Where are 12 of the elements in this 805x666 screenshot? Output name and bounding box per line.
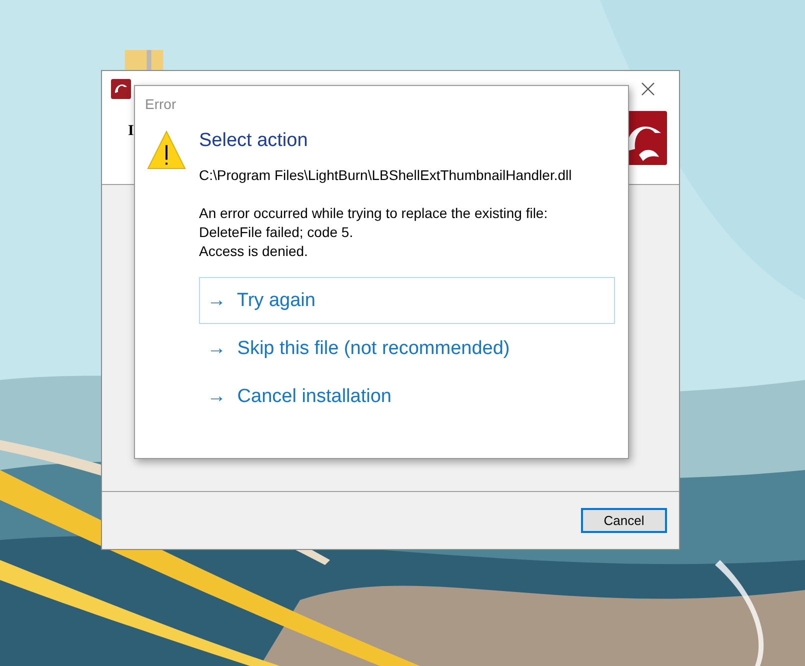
error-message: An error occurred while trying to replace the existing file: (199, 204, 549, 223)
action-link[interactable]: → Try again (199, 277, 615, 324)
dialog-title: Error (144, 95, 178, 112)
warning-icon (147, 130, 186, 170)
error-message: Access is denied. (199, 242, 309, 261)
error-message: DeleteFile failed; code 5. (199, 223, 354, 242)
file-path: C:\Program Files\LightBurn\LBShellExtThumbnailHandler.dll (199, 167, 573, 183)
header-text: I (128, 123, 134, 140)
cancel-button[interactable]: Cancel (581, 508, 667, 533)
close-icon[interactable] (641, 82, 655, 96)
dialog-heading: Select action (199, 130, 309, 152)
dragon-logo-icon (111, 79, 131, 99)
